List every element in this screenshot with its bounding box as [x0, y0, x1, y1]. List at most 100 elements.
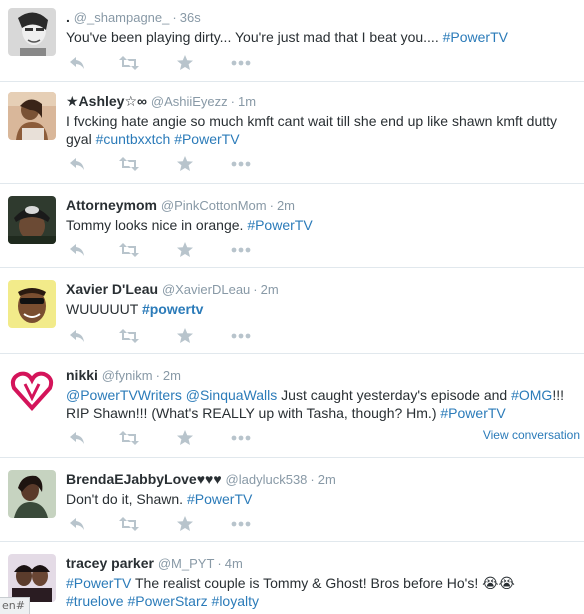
tweet-item[interactable]: BrendaEJabbyLove♥♥♥ @ladyluck538 · 2m Don'…	[0, 458, 584, 542]
username[interactable]: @ladyluck538	[226, 472, 308, 487]
reply-icon[interactable]	[66, 53, 88, 73]
mention-link[interactable]: @PowerTVWriters	[66, 387, 182, 403]
more-icon[interactable]	[230, 240, 252, 260]
tweet-item[interactable]: tracey parker @M_PYT · 4m #PowerTV The rea…	[0, 542, 584, 614]
mention-link[interactable]: @SinquaWalls	[186, 387, 278, 403]
separator-dot: ·	[269, 198, 274, 213]
reply-icon[interactable]	[66, 154, 88, 174]
favorite-icon[interactable]	[174, 326, 196, 346]
hashtag-link[interactable]: #PowerTV	[247, 217, 312, 233]
fullname[interactable]: Attorneymom	[66, 197, 157, 213]
separator-dot: ·	[155, 368, 160, 383]
retweet-icon[interactable]	[118, 154, 140, 174]
retweet-icon[interactable]	[118, 240, 140, 260]
timestamp[interactable]: 2m	[318, 472, 336, 487]
avatar[interactable]	[8, 280, 56, 328]
favorite-icon[interactable]	[174, 240, 196, 260]
username[interactable]: @PinkCottonMom	[161, 198, 267, 213]
tweet-text: #PowerTV The realist couple is Tommy & G…	[66, 574, 576, 610]
reply-icon[interactable]	[66, 428, 88, 448]
separator-dot: ·	[253, 282, 258, 297]
tweet-item[interactable]: nikki @fynikm · 2m @PowerTVWriters @Sinqua…	[0, 354, 584, 458]
avatar[interactable]	[8, 196, 56, 244]
timestamp[interactable]: 1m	[238, 94, 256, 109]
more-icon[interactable]	[230, 326, 252, 346]
hashtag-link[interactable]: #powertv	[142, 301, 203, 317]
timestamp[interactable]: 4m	[225, 556, 243, 571]
tweet-header: Attorneymom @PinkCottonMom · 2m	[66, 196, 576, 214]
more-icon[interactable]	[230, 514, 252, 534]
username[interactable]: @AshiiEyezz	[151, 94, 228, 109]
retweet-icon[interactable]	[118, 514, 140, 534]
fullname[interactable]: .	[66, 9, 70, 25]
hashtag-link[interactable]: #loyalty	[212, 593, 259, 609]
tweet-text: I fvcking hate angie so much kmft cant w…	[66, 112, 576, 148]
tweet-text: You've been playing dirty... You're just…	[66, 28, 576, 46]
view-conversation-link[interactable]: View conversation	[483, 428, 580, 442]
fullname[interactable]: BrendaEJabbyLove♥♥♥	[66, 471, 222, 487]
fullname[interactable]: Xavier D'Leau	[66, 281, 158, 297]
tweet-actions	[66, 154, 286, 174]
fullname[interactable]: tracey parker	[66, 555, 154, 571]
fullname[interactable]: ★Ashley☆∞	[66, 93, 147, 109]
timestamp[interactable]: 2m	[277, 198, 295, 213]
timestamp[interactable]: 36s	[180, 10, 201, 25]
tweet-text: WUUUUUT #powertv	[66, 300, 576, 318]
separator-dot: ·	[310, 472, 315, 487]
username[interactable]: @_shampagne_	[74, 10, 170, 25]
username[interactable]: @M_PYT	[158, 556, 215, 571]
tweet-item[interactable]: Attorneymom @PinkCottonMom · 2m Tommy look…	[0, 184, 584, 268]
fullname[interactable]: nikki	[66, 367, 98, 383]
reply-icon[interactable]	[66, 240, 88, 260]
timestamp[interactable]: 2m	[163, 368, 181, 383]
tweet-item[interactable]: . @_shampagne_ · 36s You've been playing d…	[0, 0, 584, 82]
tweet-item[interactable]: Xavier D'Leau @XavierDLeau · 2m WUUUUUT #p…	[0, 268, 584, 354]
reply-icon[interactable]	[66, 514, 88, 534]
separator-dot: ·	[217, 556, 222, 571]
avatar[interactable]	[8, 366, 56, 414]
tweet-text-body: WUUUUUT	[66, 301, 142, 317]
separator-dot: ·	[172, 10, 177, 25]
avatar[interactable]	[8, 470, 56, 518]
hashtag-link[interactable]: #PowerTV	[443, 29, 508, 45]
hashtag-link[interactable]: #PowerTV	[187, 491, 252, 507]
tweet-actions	[66, 326, 286, 346]
hashtag-link[interactable]: #OMG	[511, 387, 552, 403]
favorite-icon[interactable]	[174, 154, 196, 174]
tweet-text-body: Tommy looks nice in orange.	[66, 217, 248, 233]
tweet-text-body: Don't do it, Shawn.	[66, 491, 187, 507]
hashtag-link[interactable]: #PowerTV	[174, 131, 239, 147]
tweet-text-body: Just caught yesterday's episode and	[277, 387, 512, 403]
avatar[interactable]	[8, 554, 56, 602]
hashtag-link[interactable]: #truelove	[66, 593, 124, 609]
tweet-header: BrendaEJabbyLove♥♥♥ @ladyluck538 · 2m	[66, 470, 576, 488]
retweet-icon[interactable]	[118, 326, 140, 346]
hashtag-link[interactable]: #cuntbxxtch	[96, 131, 171, 147]
more-icon[interactable]	[230, 428, 252, 448]
tweet-actions	[66, 428, 286, 448]
hashtag-link[interactable]: #PowerTV	[440, 405, 505, 421]
tweet-actions	[66, 240, 286, 260]
browser-status-bar: en#	[0, 597, 30, 614]
tweet-header: Xavier D'Leau @XavierDLeau · 2m	[66, 280, 576, 298]
more-icon[interactable]	[230, 154, 252, 174]
username[interactable]: @fynikm	[102, 368, 153, 383]
more-icon[interactable]	[230, 53, 252, 73]
retweet-icon[interactable]	[118, 53, 140, 73]
tweet-header: nikki @fynikm · 2m	[66, 366, 576, 384]
avatar[interactable]	[8, 92, 56, 140]
hashtag-link[interactable]: #PowerStarz	[127, 593, 207, 609]
tweet-actions	[66, 514, 286, 534]
hashtag-link[interactable]: #PowerTV	[66, 575, 131, 591]
username[interactable]: @XavierDLeau	[162, 282, 250, 297]
favorite-icon[interactable]	[174, 514, 196, 534]
tweet-text: Tommy looks nice in orange. #PowerTV	[66, 216, 576, 234]
favorite-icon[interactable]	[174, 428, 196, 448]
reply-icon[interactable]	[66, 326, 88, 346]
avatar[interactable]	[8, 8, 56, 56]
retweet-icon[interactable]	[118, 428, 140, 448]
tweet-header: . @_shampagne_ · 36s	[66, 8, 576, 26]
tweet-item[interactable]: ★Ashley☆∞ @AshiiEyezz · 1m I fvcking hate …	[0, 82, 584, 184]
timestamp[interactable]: 2m	[261, 282, 279, 297]
favorite-icon[interactable]	[174, 53, 196, 73]
